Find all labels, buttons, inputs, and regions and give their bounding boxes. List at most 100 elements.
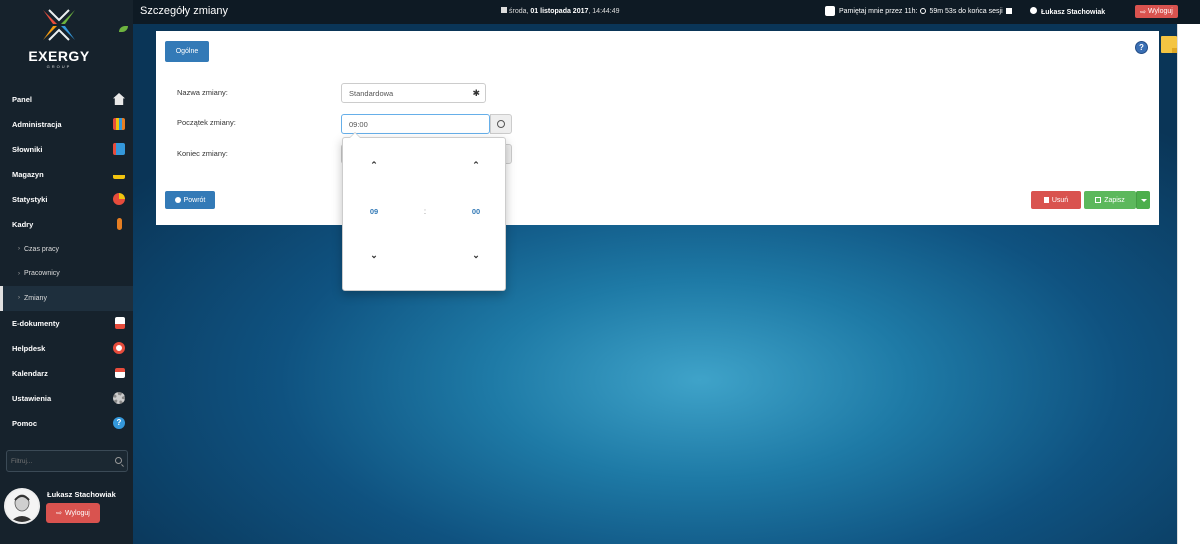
help-icon: ?	[113, 416, 125, 429]
time-picker: ⌃ ⌃ 09 : 00 ⌄ ⌄	[342, 132, 506, 291]
save-button[interactable]: Zapisz	[1084, 191, 1136, 209]
sidebar-item-slowniki[interactable]: Słowniki	[0, 137, 133, 162]
sidebar-item-label: Kadry	[12, 220, 34, 229]
sidebar-item-label: Słowniki	[12, 145, 43, 154]
sidebar-item-pomoc[interactable]: Pomoc?	[0, 411, 133, 436]
shift-name-field[interactable]: Standardowa ✱	[341, 83, 486, 103]
session-timer: 59m 53s do końca sesji	[929, 7, 1003, 15]
logo[interactable]: EXERGY GROUP	[0, 8, 118, 69]
tab-ogolne[interactable]: Ogólne	[165, 41, 209, 62]
sidebar: EXERGY GROUP Panel Administracja Słownik…	[0, 0, 133, 544]
sidebar-subitem-czas-pracy[interactable]: › Czas pracy	[0, 237, 133, 262]
sidebar-item-e-dokumenty[interactable]: E-dokumenty	[0, 311, 133, 336]
save-label: Zapisz	[1104, 196, 1125, 204]
back-label: Powrót	[183, 196, 206, 204]
home-icon	[113, 93, 125, 105]
sidebar-item-kalendarz[interactable]: Kalendarz	[0, 361, 133, 386]
clock-icon	[920, 8, 927, 14]
sidebar-item-label: Pomoc	[12, 418, 38, 428]
delete-button[interactable]: Usuń	[1031, 191, 1081, 209]
current-date: środa, 01 listopada 2017, 14:44:49	[501, 7, 620, 15]
back-button[interactable]: Powrót	[165, 191, 215, 209]
sidebar-item-label: Panel	[12, 95, 33, 104]
user-icon	[1030, 7, 1037, 14]
logout-button[interactable]: ⇨ Wyloguj	[46, 503, 100, 523]
date-time: , 14:44:49	[588, 8, 620, 15]
chevron-right-icon: ›	[18, 270, 20, 277]
sidebar-item-kadry[interactable]: Kadry	[0, 212, 133, 237]
logout-icon: ⇨	[56, 510, 63, 517]
hour-up-icon[interactable]: ⌃	[364, 160, 384, 171]
page-title: Szczegóły zmiany	[140, 5, 229, 17]
shift-start-field[interactable]: 09:00	[341, 114, 490, 134]
logo-text: EXERGY	[28, 48, 90, 64]
lock-icon	[1005, 8, 1012, 14]
time-separator: :	[423, 207, 427, 216]
remember-label: Pamiętaj mnie przez 11h:	[839, 7, 918, 15]
gear-icon	[113, 391, 125, 404]
sidebar-item-label: Ustawienia	[12, 393, 52, 403]
logout-label: Wyloguj	[65, 509, 90, 517]
arrow-left-circle-icon	[174, 197, 181, 203]
remember-checkbox[interactable]	[825, 6, 835, 16]
hour-down-icon[interactable]: ⌄	[364, 250, 384, 261]
pie-chart-icon	[113, 193, 125, 205]
shift-name-label: Nazwa zmiany:	[177, 88, 228, 97]
avatar[interactable]	[4, 488, 40, 524]
save-icon	[1095, 197, 1102, 203]
sidebar-subitem-zmiany[interactable]: › Zmiany	[0, 286, 133, 311]
sidebar-menu: Panel Administracja Słowniki Magazyn Sta…	[0, 87, 133, 436]
minute-down-icon[interactable]: ⌄	[466, 250, 486, 261]
remember-me[interactable]: Pamiętaj mnie przez 11h: 59m 53s do końca…	[825, 6, 1012, 16]
caret-down-icon	[1140, 198, 1147, 202]
search-icon[interactable]	[115, 457, 122, 464]
chevron-right-icon: ›	[18, 246, 20, 253]
sidebar-item-helpdesk[interactable]: Helpdesk	[0, 336, 133, 361]
right-strip	[1177, 24, 1200, 544]
topbar: Szczegóły zmiany środa, 01 listopada 201…	[133, 0, 1200, 24]
sidebar-item-magazyn[interactable]: Magazyn	[0, 162, 133, 187]
pdf-icon	[115, 316, 125, 329]
sidebar-subitem-pracownicy[interactable]: › Pracownicy	[0, 262, 133, 287]
date-weekday: środa,	[509, 8, 531, 15]
sidebar-subitem-label: Pracownicy	[24, 270, 60, 278]
person-icon	[117, 218, 122, 230]
sidebar-item-label: E-dokumenty	[12, 318, 60, 328]
sticky-note-icon[interactable]	[1161, 36, 1177, 53]
sidebar-user: Łukasz Stachowiak ⇨ Wyloguj	[0, 485, 133, 544]
truck-icon	[113, 171, 125, 179]
sidebar-subitem-label: Czas pracy	[24, 245, 60, 253]
shift-start-value: 09:00	[349, 119, 368, 129]
save-dropdown-button[interactable]	[1136, 191, 1150, 209]
sidebar-item-ustawienia[interactable]: Ustawienia	[0, 386, 133, 411]
minute-up-icon[interactable]: ⌃	[466, 160, 486, 171]
sidebar-item-panel[interactable]: Panel	[0, 87, 133, 112]
clock-icon	[497, 120, 505, 128]
chevron-right-icon: ›	[18, 295, 20, 302]
top-user-name: Łukasz Stachowiak	[1041, 9, 1106, 16]
book-icon	[113, 143, 125, 155]
help-icon[interactable]: ?	[1135, 41, 1148, 54]
trash-icon	[1043, 197, 1049, 203]
calendar-icon	[115, 367, 125, 378]
logo-subtext: GROUP	[46, 64, 72, 69]
sidebar-item-administracja[interactable]: Administracja	[0, 112, 133, 137]
filter-input[interactable]	[7, 451, 107, 471]
hour-value[interactable]: 09	[364, 207, 384, 216]
books-icon	[113, 118, 125, 130]
leaf-icon	[119, 26, 128, 32]
avatar-image	[6, 490, 38, 522]
lifebuoy-icon	[113, 341, 125, 354]
shift-start-clock-button[interactable]	[490, 114, 512, 134]
minute-value[interactable]: 00	[466, 207, 486, 216]
sidebar-item-label: Administracja	[12, 120, 62, 129]
sidebar-item-statystyki[interactable]: Statystyki	[0, 187, 133, 212]
shift-name-value: Standardowa	[349, 88, 394, 98]
top-logout-button[interactable]: ⇨ Wyloguj	[1135, 5, 1178, 18]
sidebar-subitem-label: Zmiany	[24, 294, 47, 302]
top-user[interactable]: Łukasz Stachowiak	[1030, 7, 1105, 16]
required-icon: ✱	[472, 88, 480, 98]
shift-start-label: Początek zmiany:	[177, 118, 236, 127]
user-name: Łukasz Stachowiak	[47, 490, 116, 499]
sidebar-item-label: Statystyki	[12, 195, 48, 204]
